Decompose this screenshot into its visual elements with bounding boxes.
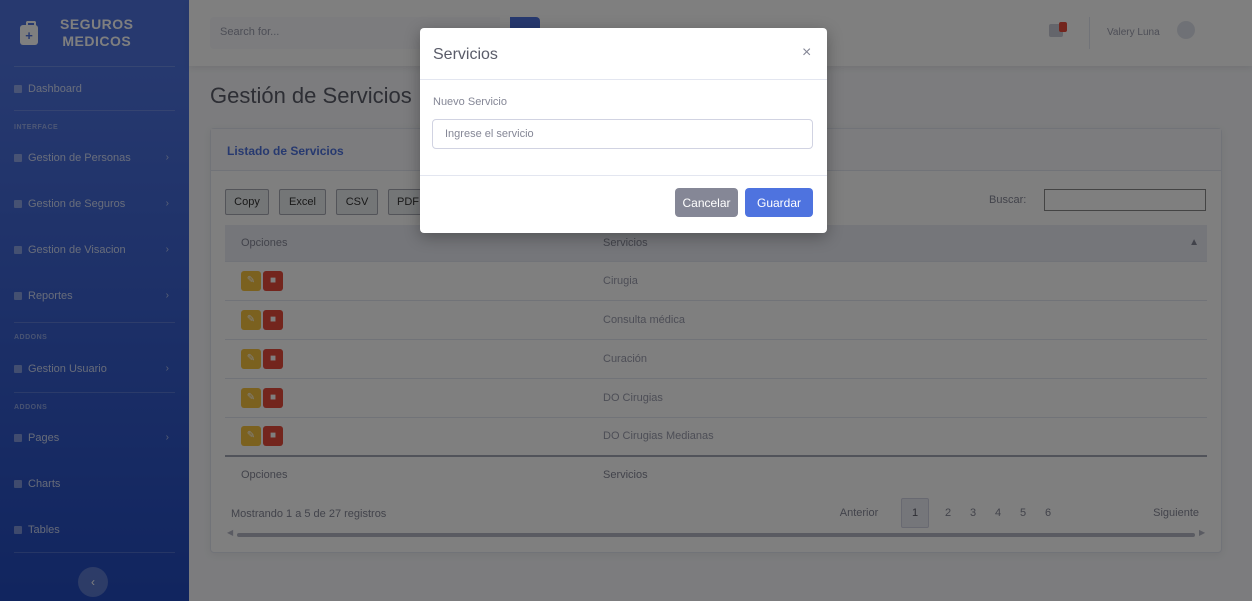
modal-divider <box>420 79 827 80</box>
service-input[interactable] <box>432 119 813 149</box>
close-icon[interactable]: × <box>802 44 811 62</box>
modal-divider <box>420 175 827 176</box>
modal-title: Servicios <box>433 46 498 63</box>
service-field-label: Nuevo Servicio <box>433 96 507 108</box>
save-button[interactable]: Guardar <box>745 188 813 217</box>
services-modal: Servicios × Nuevo Servicio Cancelar Guar… <box>420 28 827 233</box>
cancel-button[interactable]: Cancelar <box>675 188 738 217</box>
